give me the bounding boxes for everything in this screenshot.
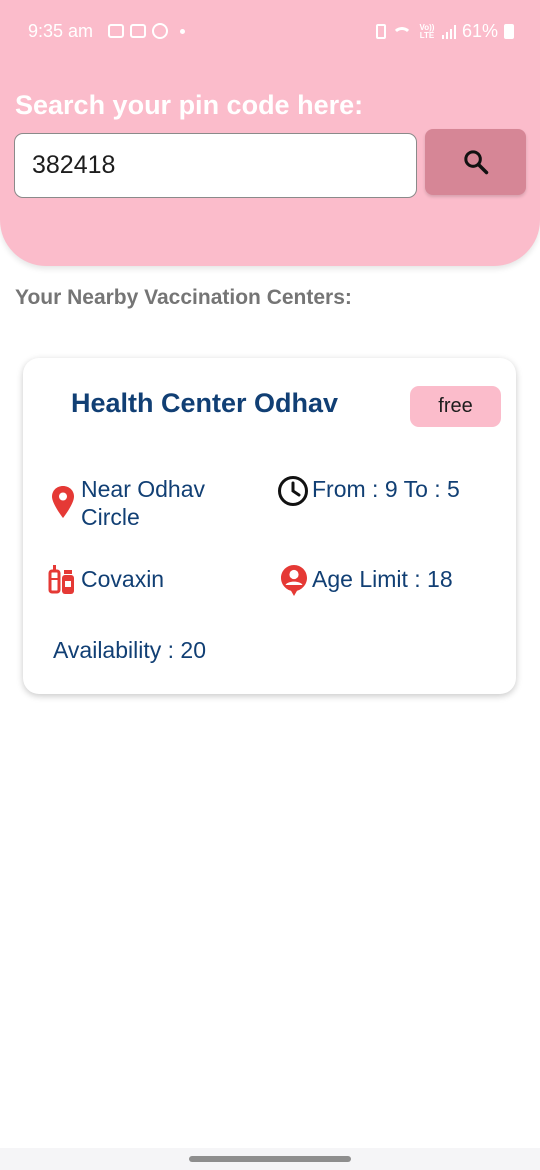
wifi-icon [391,26,412,41]
volte-icon: Vo)) LTE [419,22,435,40]
search-icon [463,150,488,175]
gallery-notification-icon [108,24,124,38]
center-address: Near Odhav Circle [81,475,205,531]
navigation-bar [0,1148,540,1170]
search-title: Search your pin code here: [15,90,364,120]
search-button[interactable] [425,129,526,195]
status-time: 9:35 am [28,21,94,41]
header-panel: 9:35 am Vo)) LTE 61% Search your pin cod… [0,0,540,266]
vaccine-name: Covaxin [81,566,165,592]
home-gesture-handle[interactable] [189,1156,351,1162]
clock-icon [278,476,308,506]
signal-icon [441,24,456,39]
address-line-1: Near Odhav [81,476,206,502]
age-limit: Age Limit : 18 [312,566,453,592]
battery-percentage: 61% [461,21,498,41]
sync-notification-icon [152,23,168,39]
notification-icons [108,23,185,39]
battery-icon [504,24,514,39]
vaccination-center-card[interactable]: Health Center Odhav free Near Odhav Circ… [23,358,516,694]
more-notifications-dot-icon [180,28,185,34]
battery-saver-icon [375,24,386,39]
location-pin-icon [52,486,74,518]
section-title: Your Nearby Vaccination Centers: [15,286,352,309]
pincode-input[interactable]: 382418 [14,133,417,198]
system-status-icons: Vo)) LTE 61% [375,21,514,42]
center-name: Health Center Odhav [71,388,339,418]
app-notification-icon [130,24,146,38]
status-bar: 9:35 am Vo)) LTE 61% [0,14,540,50]
center-timing: From : 9 To : 5 [312,476,460,502]
person-icon [281,565,307,596]
address-line-2: Circle [81,504,140,530]
fee-type-badge: free [410,386,501,427]
vaccine-icon [48,565,74,594]
availability: Availability : 20 [53,637,206,663]
